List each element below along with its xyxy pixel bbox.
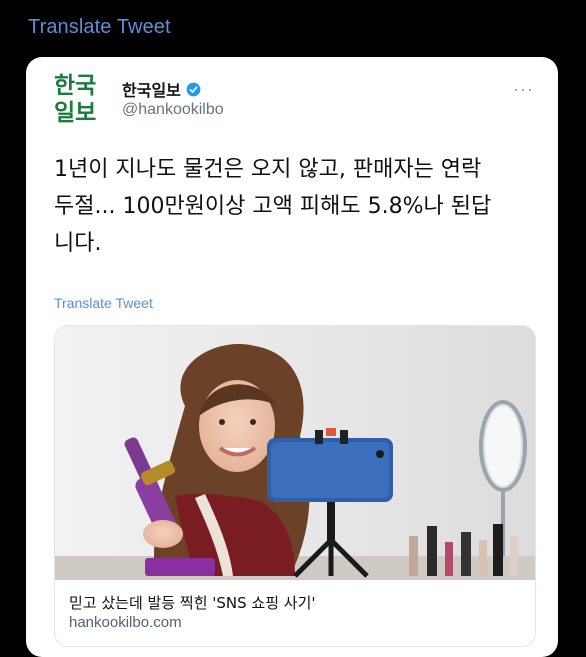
logo-line-1: 한국 bbox=[54, 73, 97, 99]
link-preview-image[interactable] bbox=[55, 326, 535, 580]
tweet-text-line: 두절... 100만원이상 고액 피해도 5.8%나 된답 bbox=[54, 194, 492, 219]
display-name-text: 한국일보 bbox=[122, 83, 181, 100]
account-logo[interactable]: 한국 일보 bbox=[54, 73, 114, 129]
tweet-text-line: 1년이 지나도 물건은 오지 않고, 판매자는 연락 bbox=[54, 157, 482, 182]
verified-badge-icon bbox=[186, 82, 201, 96]
translate-tweet-button[interactable]: Translate Tweet bbox=[54, 295, 153, 311]
tweet-text-line: 니다. bbox=[54, 231, 102, 256]
more-options-icon[interactable]: ··· bbox=[513, 79, 534, 100]
link-preview-card[interactable]: 믿고 샀는데 발등 찍힌 'SNS 쇼핑 사기' hankookilbo.com bbox=[54, 325, 536, 647]
display-name[interactable]: 한국일보 bbox=[122, 77, 201, 101]
link-preview-title[interactable]: 믿고 샀는데 발등 찍힌 'SNS 쇼핑 사기' bbox=[69, 592, 316, 613]
logo-line-2: 일보 bbox=[54, 100, 97, 126]
link-preview-domain[interactable]: hankookilbo.com bbox=[69, 614, 182, 631]
account-handle[interactable]: @hankookilbo bbox=[122, 101, 224, 119]
translate-tweet-link[interactable]: Translate Tweet bbox=[28, 16, 171, 39]
tweet-text: 1년이 지나도 물건은 오지 않고, 판매자는 연락 두절... 100만원이상… bbox=[54, 151, 534, 262]
tweet-card: 한국 일보 한국일보 @hankookilbo ··· 1년이 지나도 물건은 … bbox=[26, 57, 558, 657]
